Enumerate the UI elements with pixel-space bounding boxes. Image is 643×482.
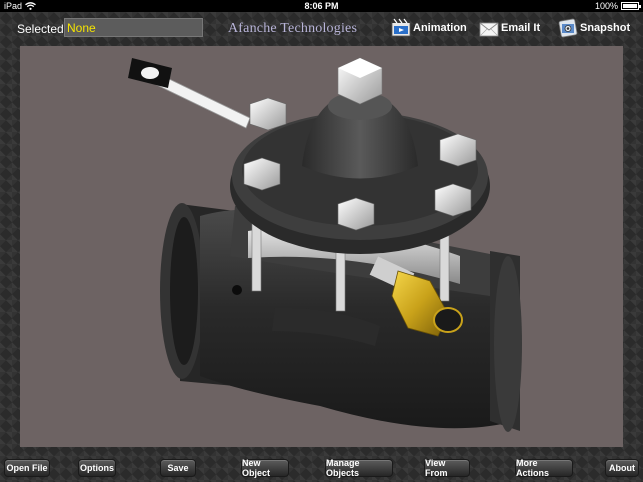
film-icon — [391, 18, 411, 38]
device-name: iPad — [4, 1, 23, 11]
save-button[interactable]: Save — [160, 459, 196, 477]
animation-button[interactable]: Animation — [391, 16, 467, 40]
about-button[interactable]: About — [605, 459, 639, 477]
camera-icon — [558, 18, 578, 38]
status-bar: iPad 8:06 PM 100% — [0, 0, 643, 12]
valve-model-render — [128, 57, 522, 432]
more-actions-button[interactable]: More Actions — [515, 458, 573, 478]
new-object-button[interactable]: New Object — [241, 458, 289, 478]
top-nut — [337, 57, 383, 105]
brand-title: Afanche Technologies — [228, 21, 358, 36]
top-toolbar: Selected None Afanche Technologies Anima… — [0, 12, 643, 46]
snapshot-button[interactable]: Snapshot — [558, 16, 630, 40]
bottom-toolbar: Open File Options Save New Object Manage… — [0, 455, 643, 482]
wifi-icon — [25, 2, 36, 10]
manage-objects-button[interactable]: Manage Objects — [325, 458, 393, 478]
model-viewport[interactable] — [20, 46, 623, 447]
status-right: 100% — [594, 1, 641, 11]
options-button[interactable]: Options — [78, 459, 116, 477]
selected-object-field[interactable]: None — [64, 18, 203, 37]
valve-outlet — [490, 251, 522, 432]
status-time: 8:06 PM — [304, 1, 339, 11]
open-file-button[interactable]: Open File — [4, 459, 50, 477]
selected-label: Selected — [17, 22, 64, 36]
snapshot-label: Snapshot — [580, 22, 631, 34]
status-left: iPad — [4, 1, 36, 11]
view-from-button[interactable]: View From — [424, 458, 470, 478]
battery-icon — [621, 2, 641, 10]
battery-percent: 100% — [594, 1, 618, 11]
envelope-icon — [479, 18, 499, 38]
email-button[interactable]: Email It — [479, 16, 540, 40]
animation-label: Animation — [413, 22, 467, 34]
lever-handle — [128, 58, 251, 129]
email-label: Email It — [501, 22, 541, 34]
